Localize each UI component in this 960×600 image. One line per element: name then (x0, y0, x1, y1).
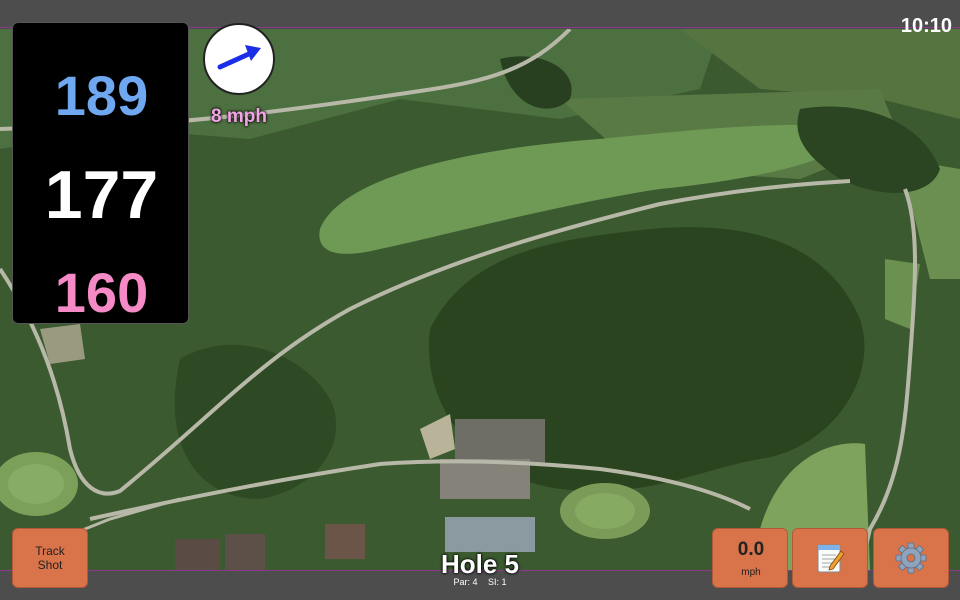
notes-button[interactable] (792, 528, 868, 588)
front-yardage: 160 (54, 261, 149, 324)
track-shot-label-line2: Shot (37, 558, 63, 572)
gear-icon (895, 542, 927, 574)
wind-speed: 8 mph (211, 106, 267, 127)
track-shot-label-line1: Track (35, 544, 65, 558)
speed-value: 0.0 (737, 539, 765, 560)
hole-info: Par: 4 SI: 1 (380, 577, 580, 587)
hole-stroke-index: SI: 1 (488, 577, 507, 587)
speed-button[interactable]: 0.0 mph (712, 528, 788, 588)
wind-indicator (203, 23, 275, 95)
yardage-panel: 189 177 160 (12, 22, 189, 324)
settings-button[interactable] (873, 528, 949, 588)
speed-unit: mph (741, 567, 761, 578)
middle-yardage: 177 (44, 157, 159, 233)
hole-title: Hole 5 (440, 549, 520, 579)
back-yardage: 189 (54, 64, 149, 127)
golf-gps-screen: 10:10 189 177 160 8 mph Track Shot Hole … (0, 0, 960, 600)
track-shot-button[interactable]: Track Shot (12, 528, 88, 588)
notepad-icon (817, 544, 845, 573)
clock: 10:10 (900, 15, 952, 37)
hole-par: Par: 4 (453, 577, 478, 587)
wind-direction-arrow-icon (217, 45, 261, 70)
